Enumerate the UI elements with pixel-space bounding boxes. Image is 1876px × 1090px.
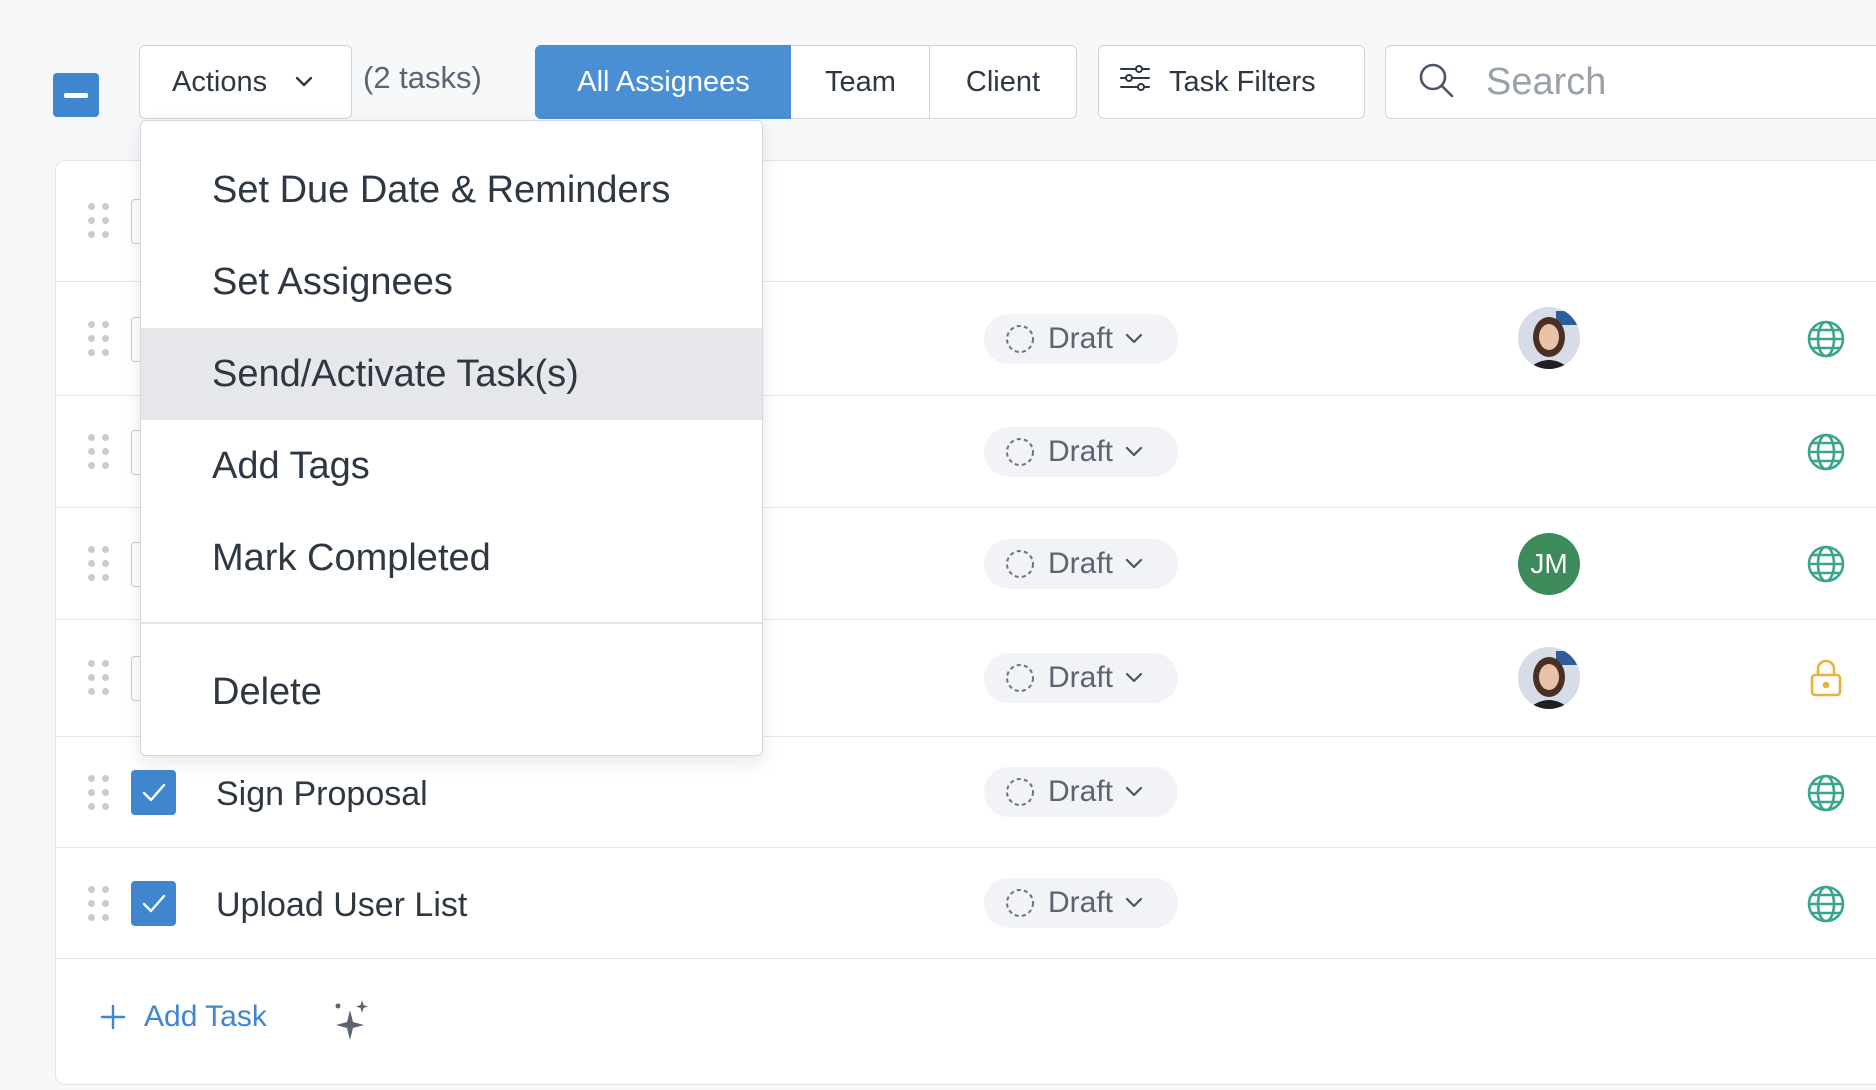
- status-dropdown[interactable]: Draft: [984, 878, 1178, 928]
- lock-icon[interactable]: [1806, 658, 1846, 698]
- actions-menu: Set Due Date & Reminders Set Assignees S…: [140, 120, 763, 756]
- chevron-down-icon: [1125, 897, 1143, 908]
- status-label: Draft: [1048, 661, 1114, 694]
- row-checkbox[interactable]: [131, 770, 176, 815]
- status-label: Draft: [1048, 775, 1114, 808]
- drag-handle-icon[interactable]: [88, 775, 109, 811]
- chevron-down-icon: [1125, 558, 1143, 569]
- status-label: Draft: [1048, 547, 1114, 580]
- globe-icon[interactable]: [1806, 319, 1846, 359]
- task-name[interactable]: Sign Proposal: [216, 775, 428, 814]
- assignee-avatar[interactable]: [1518, 647, 1580, 709]
- globe-icon[interactable]: [1806, 884, 1846, 924]
- menu-item-set-assignees[interactable]: Set Assignees: [141, 236, 762, 328]
- draft-status-icon: [1006, 325, 1034, 353]
- tab-team[interactable]: Team: [791, 45, 930, 119]
- search-input[interactable]: [1486, 60, 1786, 104]
- status-dropdown[interactable]: Draft: [984, 314, 1178, 364]
- search-field[interactable]: [1385, 45, 1876, 119]
- ai-sparkle-button[interactable]: [330, 998, 372, 1049]
- draft-status-icon: [1006, 778, 1034, 806]
- chevron-down-icon: [295, 76, 313, 88]
- selected-task-count: (2 tasks): [363, 60, 482, 95]
- draft-status-icon: [1006, 550, 1034, 578]
- globe-icon[interactable]: [1806, 544, 1846, 584]
- status-dropdown[interactable]: Draft: [984, 539, 1178, 589]
- drag-handle-icon[interactable]: [88, 886, 109, 922]
- tab-client[interactable]: Client: [929, 45, 1077, 119]
- menu-item-add-tags[interactable]: Add Tags: [141, 420, 762, 512]
- status-dropdown[interactable]: Draft: [984, 653, 1178, 703]
- minus-icon: [64, 92, 88, 98]
- draft-status-icon: [1006, 664, 1034, 692]
- globe-icon[interactable]: [1806, 432, 1846, 472]
- drag-handle-icon[interactable]: [88, 203, 109, 239]
- task-filters-button[interactable]: Task Filters: [1098, 45, 1365, 119]
- drag-handle-icon[interactable]: [88, 434, 109, 470]
- drag-handle-icon[interactable]: [88, 546, 109, 582]
- drag-handle-icon[interactable]: [88, 321, 109, 357]
- chevron-down-icon: [1125, 672, 1143, 683]
- draft-status-icon: [1006, 438, 1034, 466]
- sparkle-icon: [335, 1000, 368, 1040]
- task-filters-label: Task Filters: [1169, 65, 1316, 98]
- add-task-label: Add Task: [144, 1000, 267, 1033]
- plus-icon: [100, 1004, 126, 1030]
- menu-item-mark-completed[interactable]: Mark Completed: [141, 512, 762, 604]
- task-name[interactable]: Upload User List: [216, 886, 467, 925]
- tab-all-assignees[interactable]: All Assignees: [535, 45, 792, 119]
- sliders-icon: [1119, 65, 1151, 99]
- menu-item-delete[interactable]: Delete: [141, 646, 762, 738]
- status-dropdown[interactable]: Draft: [984, 767, 1178, 817]
- menu-divider: [141, 622, 762, 624]
- select-all-checkbox[interactable]: [53, 73, 99, 117]
- actions-label: Actions: [172, 65, 268, 98]
- checkmark-icon: [142, 894, 165, 912]
- globe-icon[interactable]: [1806, 773, 1846, 813]
- status-dropdown[interactable]: Draft: [984, 427, 1178, 477]
- actions-dropdown-button[interactable]: Actions: [139, 45, 352, 119]
- menu-item-set-due-date[interactable]: Set Due Date & Reminders: [141, 144, 762, 236]
- status-label: Draft: [1048, 886, 1114, 919]
- draft-status-icon: [1006, 889, 1034, 917]
- assignee-avatar[interactable]: JM: [1518, 533, 1580, 595]
- add-task-button[interactable]: Add Task: [100, 1000, 267, 1034]
- chevron-down-icon: [1125, 786, 1143, 797]
- menu-item-send-activate[interactable]: Send/Activate Task(s): [141, 328, 762, 420]
- search-icon: [1416, 60, 1456, 105]
- chevron-down-icon: [1125, 446, 1143, 457]
- checkmark-icon: [142, 783, 165, 801]
- row-checkbox[interactable]: [131, 881, 176, 926]
- chevron-down-icon: [1125, 333, 1143, 344]
- drag-handle-icon[interactable]: [88, 660, 109, 696]
- table-row[interactable]: Upload User List Draft: [56, 848, 1876, 959]
- status-label: Draft: [1048, 322, 1114, 355]
- status-label: Draft: [1048, 435, 1114, 468]
- assignee-avatar[interactable]: [1518, 307, 1580, 369]
